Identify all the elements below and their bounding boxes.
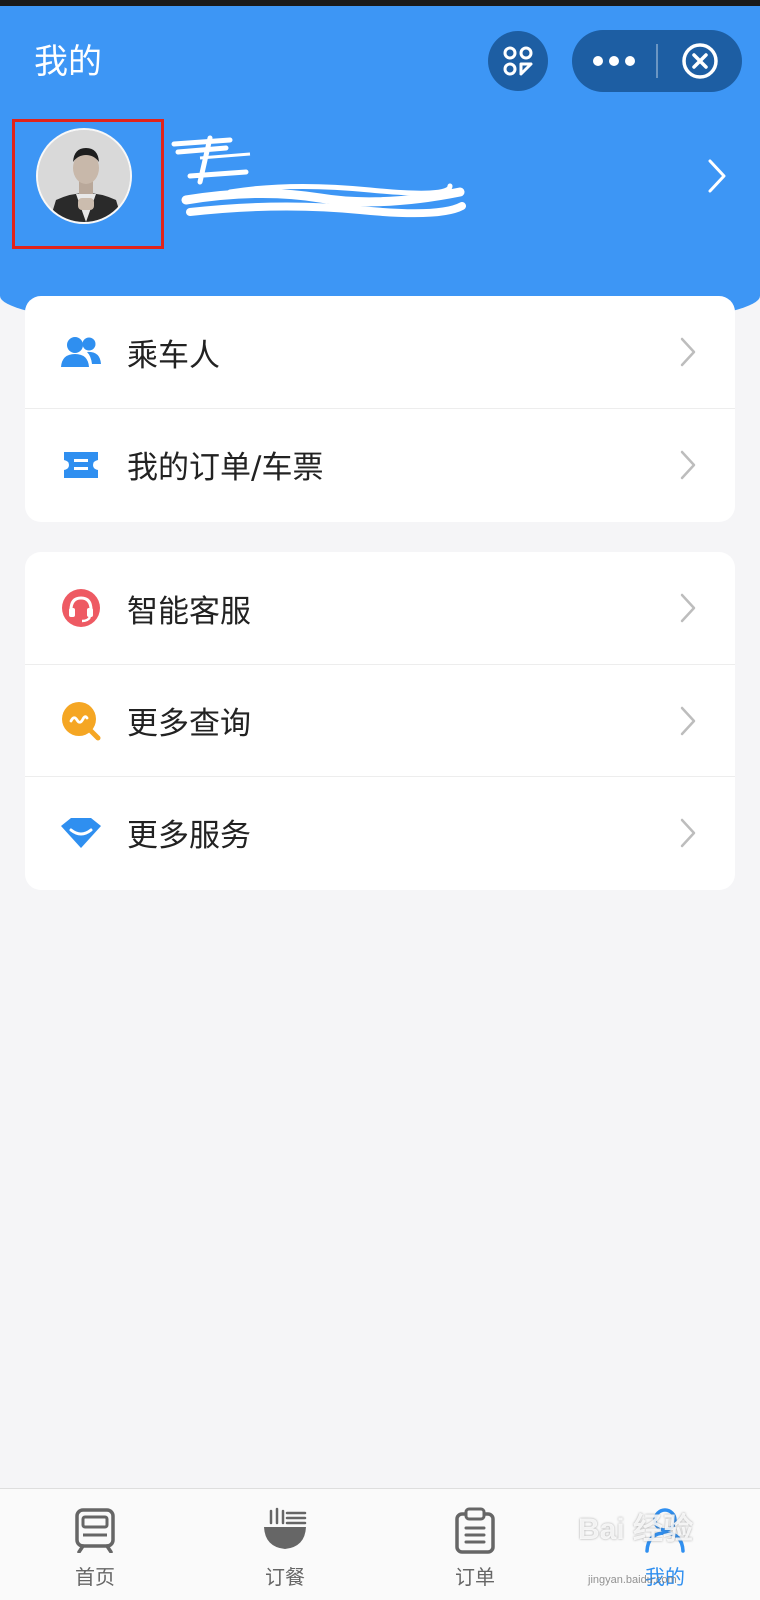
menu-card-primary: 乘车人 我的订单/车票 xyxy=(25,296,735,522)
close-button[interactable] xyxy=(658,30,742,92)
menu-item-label: 乘车人 xyxy=(127,337,220,374)
diamond-service-icon xyxy=(59,811,103,855)
passengers-icon xyxy=(59,330,103,374)
close-circle-icon xyxy=(682,43,718,79)
menu-item-label: 更多服务 xyxy=(127,818,251,854)
tab-label: 首页 xyxy=(75,1565,115,1589)
page-title: 我的 xyxy=(34,42,102,82)
meal-bowl-icon xyxy=(258,1503,312,1557)
ticket-icon xyxy=(59,443,103,487)
chevron-right-icon xyxy=(680,337,696,367)
tab-meal[interactable]: 订餐 xyxy=(190,1489,380,1600)
redacted-username xyxy=(171,135,466,218)
chevron-right-icon xyxy=(680,593,696,623)
headset-service-icon xyxy=(59,586,103,630)
user-avatar[interactable] xyxy=(36,128,132,224)
chevron-right-icon xyxy=(680,450,696,479)
chevron-right-icon xyxy=(708,159,726,193)
menu-item-more-queries[interactable]: 更多查询 xyxy=(25,664,735,776)
more-dots-icon xyxy=(593,56,635,66)
menu-item-more-services[interactable]: 更多服务 xyxy=(25,776,735,888)
menu-item-passengers[interactable]: 乘车人 xyxy=(25,296,735,408)
search-chat-icon xyxy=(59,699,103,743)
chevron-right-icon xyxy=(680,706,696,735)
menu-item-label: 智能客服 xyxy=(127,593,251,630)
tab-label: 订单 xyxy=(455,1565,495,1589)
tab-orders[interactable]: 订单 xyxy=(380,1489,570,1600)
chevron-right-icon xyxy=(680,818,696,847)
avatar-photo xyxy=(38,130,130,222)
watermark-url: jingyan.baidu.com xyxy=(588,1574,677,1586)
menu-item-orders-tickets[interactable]: 我的订单/车票 xyxy=(25,408,735,520)
qr-scan-icon xyxy=(503,46,533,76)
watermark-logo: Bai 经验 xyxy=(578,1513,694,1546)
menu-item-label: 我的订单/车票 xyxy=(127,450,324,486)
menu-card-services: 智能客服 更多查询 更多服务 xyxy=(25,552,735,890)
tab-label: 订餐 xyxy=(265,1565,305,1589)
profile-header: 我的 xyxy=(0,6,760,336)
train-icon xyxy=(68,1503,122,1557)
mini-program-capsule xyxy=(572,30,742,92)
tab-home[interactable]: 首页 xyxy=(0,1489,190,1600)
menu-item-smart-service[interactable]: 智能客服 xyxy=(25,552,735,664)
scan-button[interactable] xyxy=(488,31,548,91)
more-button[interactable] xyxy=(572,30,656,92)
menu-item-label: 更多查询 xyxy=(127,706,251,742)
profile-row[interactable] xyxy=(12,116,752,249)
clipboard-icon xyxy=(448,1503,502,1557)
